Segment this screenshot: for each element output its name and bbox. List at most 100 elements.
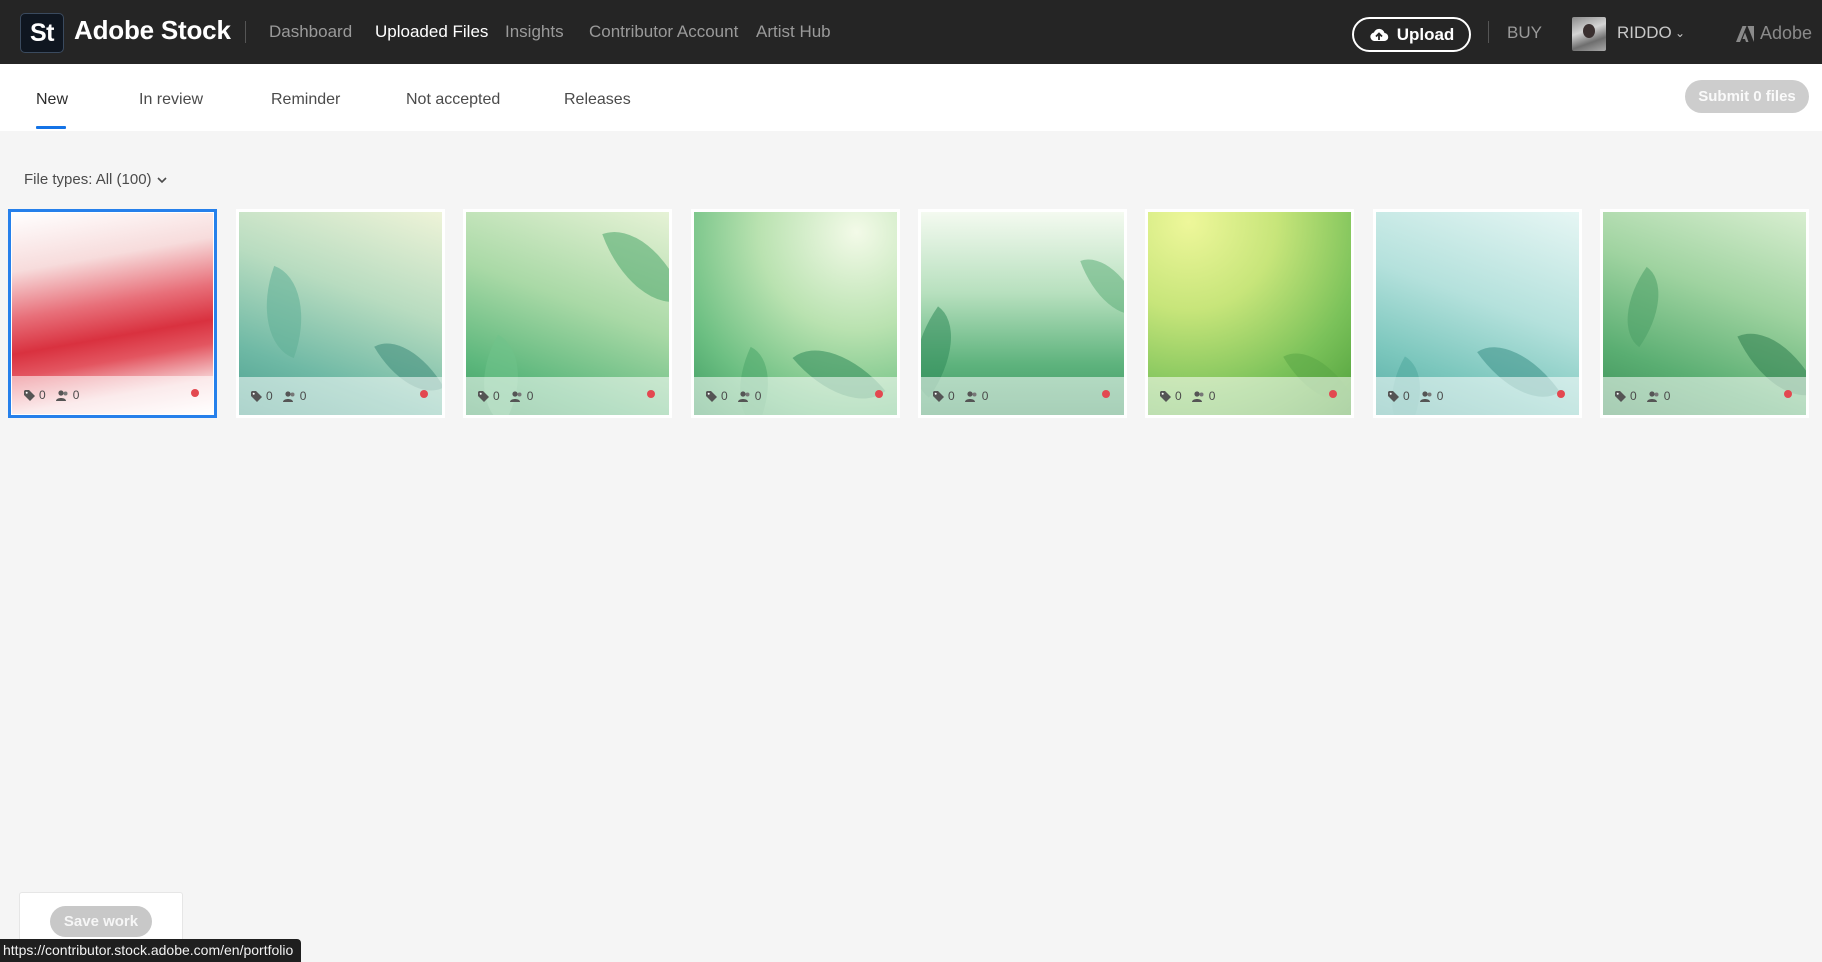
file-type-filter-label: File types: All (100) [24, 171, 152, 188]
keyword-count-value: 0 [948, 389, 955, 403]
leaf-shape [602, 215, 669, 319]
status-dot [1102, 390, 1110, 398]
people-count: 0 [1419, 389, 1444, 403]
tab-releases[interactable]: Releases [564, 91, 631, 109]
tag-icon [1388, 390, 1399, 402]
top-bar: St Adobe Stock Dashboard Uploaded Files … [0, 0, 1822, 64]
keyword-count: 0 [478, 389, 500, 403]
leaf-shape [246, 265, 322, 359]
file-stats-strip: 00 [1376, 377, 1579, 415]
adobe-label: Adobe [1760, 23, 1813, 43]
nav-uploaded-files[interactable]: Uploaded Files [375, 22, 488, 42]
keyword-count: 0 [1160, 389, 1182, 403]
people-count: 0 [509, 389, 534, 403]
people-count-value: 0 [299, 389, 307, 403]
file-thumbnail-card[interactable]: 00 [918, 209, 1127, 418]
file-stats-strip: 00 [921, 377, 1124, 415]
file-thumbnail-image: 00 [694, 212, 897, 415]
divider [1488, 21, 1489, 43]
upload-button[interactable]: Upload [1352, 17, 1471, 52]
keyword-count-value: 0 [1175, 389, 1182, 403]
people-count: 0 [282, 389, 307, 403]
keyword-count-value: 0 [721, 389, 728, 403]
keyword-count-value: 0 [493, 389, 500, 403]
nav-contributor-account[interactable]: Contributor Account [589, 22, 738, 42]
username[interactable]: RIDDO [1617, 23, 1672, 43]
file-thumbnail-card[interactable]: 00 [236, 209, 445, 418]
file-stats-strip: 00 [1603, 377, 1806, 415]
file-thumbnail-card[interactable]: 00 [1600, 209, 1809, 418]
status-dot [1329, 390, 1337, 398]
status-tabs-bar: New In review Reminder Not accepted Rele… [0, 64, 1822, 131]
file-thumbnail-card[interactable]: 00 [8, 209, 217, 418]
tag-icon [251, 390, 262, 402]
active-tab-indicator [36, 126, 66, 129]
file-thumbnail-card[interactable]: 00 [463, 209, 672, 418]
divider [245, 21, 246, 43]
people-icon [1191, 390, 1204, 402]
nav-insights[interactable]: Insights [505, 22, 564, 42]
chevron-down-icon[interactable]: ⌄ [1675, 26, 1685, 40]
save-work-button[interactable]: Save work [50, 906, 152, 937]
leaf-shape [1080, 247, 1124, 327]
submit-files-button[interactable]: Submit 0 files [1685, 80, 1809, 113]
people-icon [282, 390, 295, 402]
nav-dashboard[interactable]: Dashboard [269, 22, 352, 42]
tab-new[interactable]: New [36, 91, 68, 109]
keyword-count: 0 [1615, 389, 1637, 403]
people-count: 0 [737, 389, 762, 403]
status-dot [1784, 390, 1792, 398]
keyword-count: 0 [24, 388, 46, 402]
people-icon [1646, 390, 1659, 402]
avatar[interactable] [1572, 17, 1606, 51]
tag-icon [1160, 390, 1171, 402]
file-thumbnail-image: 00 [239, 212, 442, 415]
tab-in-review[interactable]: In review [139, 91, 203, 109]
adobe-stock-logo[interactable]: St [20, 13, 64, 53]
adobe-link[interactable]: Adobe [1736, 23, 1812, 44]
file-thumbnail-image: 00 [921, 212, 1124, 415]
people-count-value: 0 [1663, 389, 1671, 403]
status-dot [1557, 390, 1565, 398]
people-count-value: 0 [754, 389, 762, 403]
tag-icon [706, 390, 717, 402]
keyword-count: 0 [251, 389, 273, 403]
people-count: 0 [964, 389, 988, 403]
upload-label: Upload [1396, 24, 1455, 44]
tag-icon [933, 390, 944, 402]
status-dot [420, 390, 428, 398]
people-count-value: 0 [1436, 389, 1444, 403]
file-thumbnail-image: 00 [1603, 212, 1806, 415]
file-stats-strip: 00 [466, 377, 669, 415]
tab-reminder[interactable]: Reminder [271, 91, 340, 109]
status-dot [191, 389, 199, 397]
tag-icon [24, 389, 35, 401]
file-thumbnail-card[interactable]: 00 [1145, 209, 1354, 418]
cloud-upload-icon [1370, 28, 1388, 41]
file-thumbnail-image: 00 [466, 212, 669, 415]
people-icon [1419, 390, 1432, 402]
status-bar-url: https://contributor.stock.adobe.com/en/p… [0, 939, 302, 962]
file-type-filter[interactable]: File types: All (100) [24, 171, 167, 188]
tab-not-accepted[interactable]: Not accepted [406, 91, 500, 109]
brand-name[interactable]: Adobe Stock [74, 15, 231, 46]
adobe-logo-icon [1736, 25, 1754, 42]
keyword-count: 0 [706, 389, 728, 403]
file-stats-strip: 00 [239, 377, 442, 415]
people-count: 0 [1191, 389, 1216, 403]
people-icon [509, 390, 522, 402]
people-count-value: 0 [1208, 389, 1216, 403]
leaf-shape [1606, 266, 1680, 348]
people-count-value: 0 [526, 389, 534, 403]
people-icon [737, 390, 750, 402]
people-count: 0 [1646, 389, 1671, 403]
tag-icon [478, 390, 489, 402]
chevron-down-icon [156, 176, 167, 183]
nav-artist-hub[interactable]: Artist Hub [756, 22, 831, 42]
file-thumbnail-image: 00 [12, 213, 213, 414]
file-thumbnail-image: 00 [1376, 212, 1579, 415]
keyword-count-value: 0 [1630, 389, 1637, 403]
buy-link[interactable]: BUY [1507, 23, 1542, 43]
file-thumbnail-card[interactable]: 00 [1373, 209, 1582, 418]
file-thumbnail-card[interactable]: 00 [691, 209, 900, 418]
